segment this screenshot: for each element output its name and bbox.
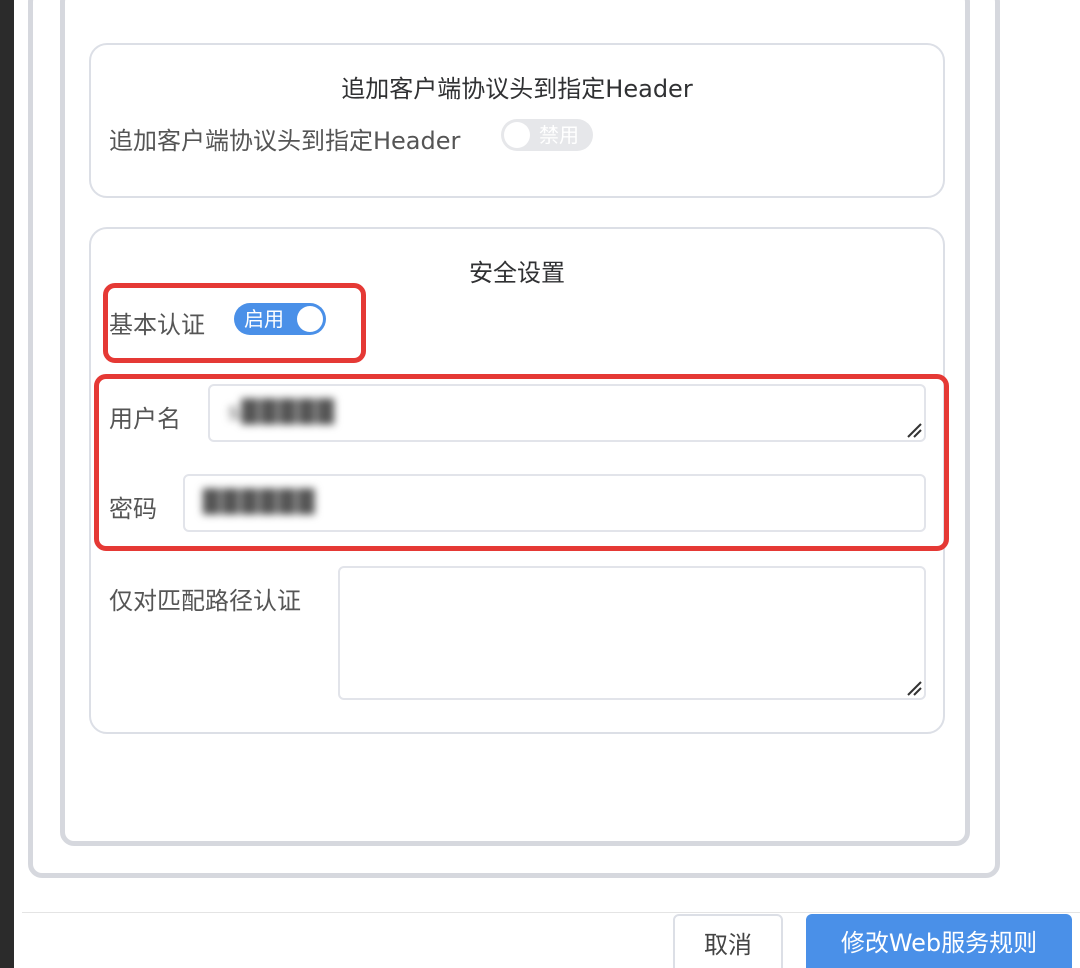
path-auth-label: 仅对匹配路径认证 (109, 587, 301, 615)
append-header-label: 追加客户端协议头到指定Header (109, 127, 461, 155)
header-settings-card: 追加客户端协议头到指定Header 追加客户端协议头到指定Header 禁用 (89, 43, 945, 198)
footer-divider (22, 912, 1080, 913)
header-card-title: 追加客户端协议头到指定Header (341, 75, 693, 103)
toggle-knob (504, 122, 530, 148)
path-auth-textarea[interactable] (338, 566, 926, 700)
backdrop (0, 0, 14, 968)
cancel-button[interactable]: 取消 (673, 914, 783, 968)
toggle-state-text: 禁用 (539, 123, 579, 147)
credentials-highlight (94, 374, 949, 551)
modify-web-rule-button[interactable]: 修改Web服务规则 (806, 914, 1072, 968)
append-header-toggle[interactable]: 禁用 (501, 119, 593, 151)
resize-grip-icon[interactable] (904, 678, 922, 696)
basic-auth-highlight (103, 283, 366, 363)
dialog-page: 追加客户端协议头到指定Header 追加客户端协议头到指定Header 禁用 安… (0, 0, 1080, 968)
